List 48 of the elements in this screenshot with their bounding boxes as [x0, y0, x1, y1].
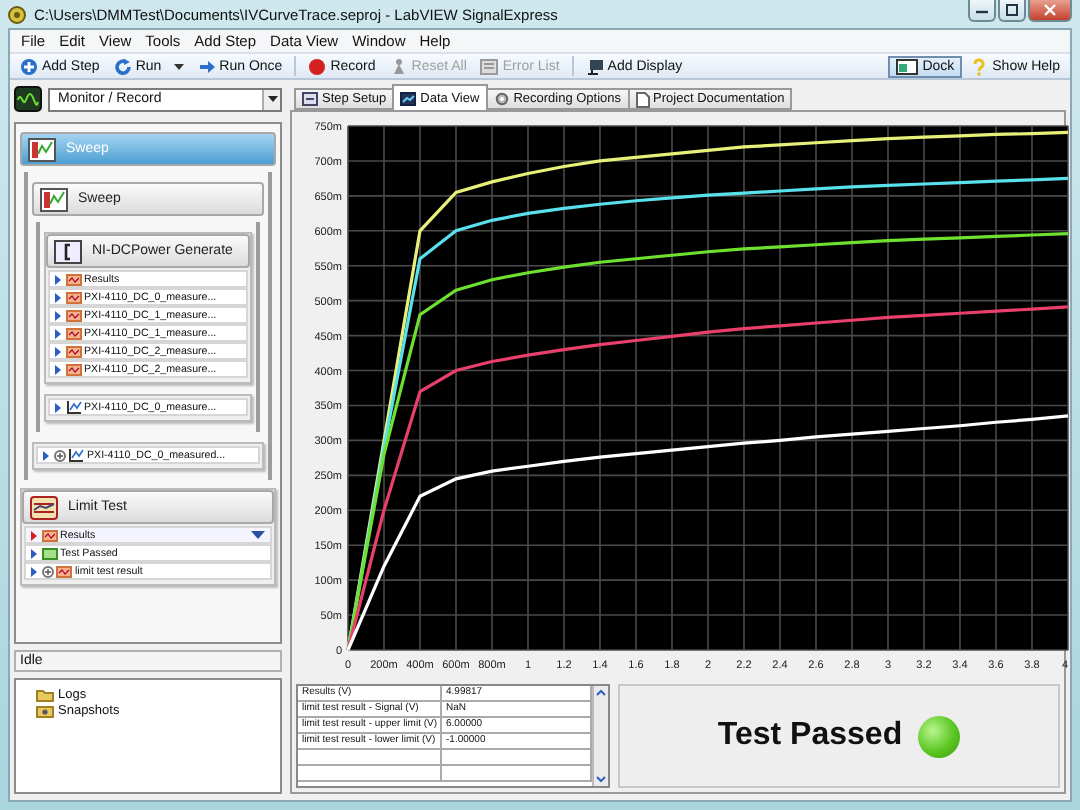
dock-icon	[896, 57, 919, 75]
document-icon	[635, 91, 650, 107]
bracket-icon	[54, 239, 82, 263]
signal-icon	[41, 529, 57, 541]
refresh-icon	[113, 57, 132, 75]
list-icon	[480, 57, 499, 75]
folder-icon	[36, 688, 54, 702]
signal-icon	[56, 565, 72, 577]
maximize-icon	[1006, 4, 1018, 16]
graph-icon	[68, 448, 84, 462]
signal-icon	[65, 291, 81, 303]
display-icon	[585, 57, 604, 75]
camera-icon	[36, 704, 54, 718]
scroll-up-icon[interactable]	[594, 686, 608, 700]
gear-icon	[493, 92, 510, 106]
expand-arrow-icon	[54, 401, 62, 413]
scroll-down-icon[interactable]	[594, 772, 608, 786]
signal-icon	[65, 273, 81, 285]
arrow-icon	[197, 57, 216, 75]
close-button[interactable]	[1028, 0, 1072, 22]
step-icon	[302, 92, 318, 106]
boolean-icon	[41, 547, 57, 559]
app-icon	[8, 5, 26, 23]
plus-icon	[53, 449, 65, 461]
monitor-icon	[14, 86, 42, 112]
add-icon	[20, 57, 38, 75]
loop-step-icon	[28, 137, 56, 161]
signal-icon	[65, 345, 81, 357]
graph-icon	[65, 400, 81, 414]
plus-icon	[41, 565, 53, 577]
signal-icon	[65, 309, 81, 321]
figure-icon	[389, 57, 408, 75]
minimize-button[interactable]	[968, 0, 996, 22]
help-icon	[970, 57, 989, 75]
expand-arrow-icon	[42, 449, 50, 461]
signal-icon	[65, 327, 81, 339]
loop-step-icon	[40, 187, 68, 211]
dropdown-icon	[250, 530, 266, 540]
maximize-button[interactable]	[998, 0, 1026, 22]
minimize-icon	[976, 6, 988, 14]
close-icon	[1044, 4, 1056, 16]
limit-step-icon	[30, 495, 58, 519]
signal-icon	[65, 363, 81, 375]
indicator-label: Test Passed	[717, 718, 903, 754]
chart-icon	[400, 91, 417, 105]
record-icon	[308, 57, 327, 75]
scrollbar[interactable]	[592, 686, 608, 786]
caret-icon	[267, 96, 277, 102]
